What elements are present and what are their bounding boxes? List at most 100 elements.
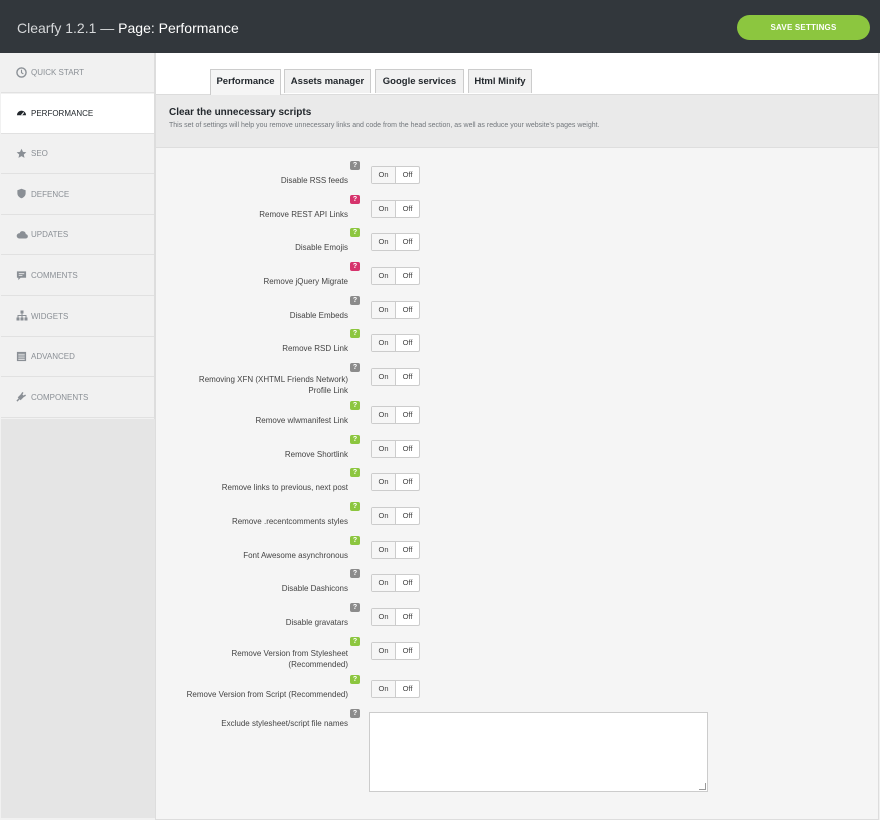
setting-label-line: Remove Shortlink [284, 450, 348, 459]
on-off-toggle[interactable]: On Off [371, 406, 420, 424]
toggle-on-option[interactable]: On [372, 268, 396, 284]
toggle-off-option[interactable]: Off [396, 335, 419, 351]
toggle-off-option[interactable]: Off [396, 643, 419, 659]
on-off-toggle[interactable]: On Off [371, 608, 420, 626]
help-icon[interactable]: ? [350, 228, 360, 237]
sidebar-item-widgets[interactable]: WIDGETS [1, 297, 154, 337]
setting-label: Remove RSD Link [282, 343, 348, 354]
toggle-off-option[interactable]: Off [396, 609, 419, 625]
save-settings-button[interactable]: SAVE SETTINGS [737, 15, 870, 40]
on-off-toggle[interactable]: On Off [371, 334, 420, 352]
help-icon[interactable]: ? [350, 536, 360, 545]
help-icon[interactable]: ? [350, 569, 360, 578]
help-icon[interactable]: ? [350, 161, 360, 170]
setting-label-line: Font Awesome asynchronous [243, 551, 348, 560]
toggle-off-option[interactable]: Off [396, 407, 419, 423]
sidebar-item-comments[interactable]: COMMENTS [1, 256, 154, 296]
toggle-off-option[interactable]: Off [396, 369, 419, 385]
toggle-off-option[interactable]: Off [396, 268, 419, 284]
on-off-toggle[interactable]: On Off [371, 166, 420, 184]
setting-label: Remove links to previous, next post [222, 482, 348, 493]
help-icon[interactable]: ? [350, 468, 360, 477]
toggle-on-option[interactable]: On [372, 609, 396, 625]
setting-label: Remove wlwmanifest Link [256, 415, 348, 426]
help-icon[interactable]: ? [350, 637, 360, 646]
on-off-toggle[interactable]: On Off [371, 233, 420, 251]
setting-label: Font Awesome asynchronous [243, 550, 348, 561]
toggle-off-option[interactable]: Off [396, 474, 419, 490]
sidebar-item-components[interactable]: COMPONENTS [1, 378, 154, 418]
help-icon[interactable]: ? [350, 296, 360, 305]
setting-label-line: Disable gravatars [285, 618, 348, 627]
list-icon [16, 351, 28, 363]
on-off-toggle[interactable]: On Off [371, 267, 420, 285]
on-off-toggle[interactable]: On Off [371, 200, 420, 218]
help-icon[interactable]: ? [350, 675, 360, 684]
toggle-on-option[interactable]: On [372, 681, 396, 697]
help-icon[interactable]: ? [350, 603, 360, 612]
on-off-toggle[interactable]: On Off [371, 680, 420, 698]
exclude-help-icon[interactable]: ? [350, 709, 360, 718]
on-off-toggle[interactable]: On Off [371, 301, 420, 319]
toggle-on-option[interactable]: On [372, 542, 396, 558]
toggle-on-option[interactable]: On [372, 575, 396, 591]
tab-assets-manager[interactable]: Assets manager [284, 69, 371, 93]
toggle-on-option[interactable]: On [372, 474, 396, 490]
app-name: Clearfy 1.2.1 — [17, 20, 115, 36]
setting-label: Disable Embeds [290, 310, 348, 321]
toggle-on-option[interactable]: On [372, 201, 396, 217]
on-off-toggle[interactable]: On Off [371, 368, 420, 386]
exclude-files-textarea[interactable] [369, 712, 708, 792]
dashboard-icon [16, 107, 28, 119]
sidebar-item-label: WIDGETS [31, 311, 69, 321]
on-off-toggle[interactable]: On Off [371, 473, 420, 491]
setting-label: Disable Dashicons [282, 583, 348, 594]
setting-label: Remove REST API Links [259, 209, 348, 220]
sidebar-item-quick-start[interactable]: QUICK START [1, 53, 154, 93]
help-icon[interactable]: ? [350, 435, 360, 444]
tab-html-minify[interactable]: Html Minify [468, 69, 532, 93]
toggle-on-option[interactable]: On [372, 302, 396, 318]
toggle-on-option[interactable]: On [372, 508, 396, 524]
on-off-toggle[interactable]: On Off [371, 574, 420, 592]
on-off-toggle[interactable]: On Off [371, 541, 420, 559]
sidebar-item-advanced[interactable]: ADVANCED [1, 337, 154, 378]
on-off-toggle[interactable]: On Off [371, 642, 420, 660]
resize-grip-icon[interactable] [699, 783, 706, 790]
toggle-off-option[interactable]: Off [396, 542, 419, 558]
toggle-off-option[interactable]: Off [396, 681, 419, 697]
toggle-off-option[interactable]: Off [396, 441, 419, 457]
setting-label: Remove .recentcomments styles [232, 516, 348, 527]
toggle-on-option[interactable]: On [372, 441, 396, 457]
toggle-on-option[interactable]: On [372, 167, 396, 183]
sidebar-item-seo[interactable]: SEO [1, 134, 154, 175]
toggle-off-option[interactable]: Off [396, 234, 419, 250]
tab-performance[interactable]: Performance [210, 69, 281, 95]
toggle-on-option[interactable]: On [372, 234, 396, 250]
toggle-on-option[interactable]: On [372, 335, 396, 351]
cloud-icon [16, 229, 28, 241]
toggle-off-option[interactable]: Off [396, 508, 419, 524]
toggle-on-option[interactable]: On [372, 407, 396, 423]
toggle-off-option[interactable]: Off [396, 302, 419, 318]
sidebar-item-updates[interactable]: UPDATES [1, 215, 154, 256]
help-icon[interactable]: ? [350, 502, 360, 511]
toggle-off-option[interactable]: Off [396, 575, 419, 591]
toggle-off-option[interactable]: Off [396, 167, 419, 183]
help-icon[interactable]: ? [350, 363, 360, 372]
help-icon[interactable]: ? [350, 329, 360, 338]
on-off-toggle[interactable]: On Off [371, 440, 420, 458]
comment-icon [16, 270, 28, 282]
help-icon[interactable]: ? [350, 195, 360, 204]
help-icon[interactable]: ? [350, 401, 360, 410]
help-icon[interactable]: ? [350, 262, 360, 271]
toggle-on-option[interactable]: On [372, 369, 396, 385]
sidebar-item-defence[interactable]: DEFENCE [1, 175, 154, 215]
on-off-toggle[interactable]: On Off [371, 507, 420, 525]
toggle-on-option[interactable]: On [372, 643, 396, 659]
sidebar-item-label: PERFORMANCE [31, 108, 94, 118]
sidebar-item-performance[interactable]: PERFORMANCE [1, 93, 154, 134]
tab-google-services[interactable]: Google services [375, 69, 464, 93]
setting-label-line: Disable Dashicons [281, 584, 348, 593]
toggle-off-option[interactable]: Off [396, 201, 419, 217]
